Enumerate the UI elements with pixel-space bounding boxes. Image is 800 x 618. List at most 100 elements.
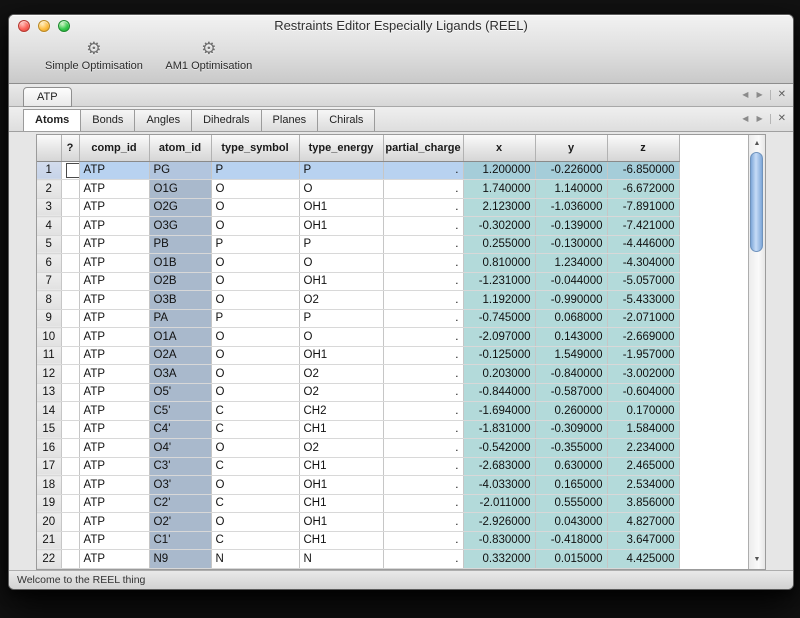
- atom-id-cell[interactable]: N9: [149, 550, 211, 569]
- z-cell[interactable]: 1.584000: [607, 420, 679, 439]
- comp-id-cell[interactable]: ATP: [79, 494, 149, 513]
- z-cell[interactable]: -2.669000: [607, 328, 679, 347]
- tab-atp[interactable]: ATP: [23, 87, 72, 107]
- x-cell[interactable]: 0.332000: [463, 550, 535, 569]
- partial-charge-cell[interactable]: .: [383, 161, 463, 180]
- type-symbol-cell[interactable]: C: [211, 494, 299, 513]
- comp-id-cell[interactable]: ATP: [79, 235, 149, 254]
- x-cell[interactable]: -1.694000: [463, 402, 535, 421]
- row-number[interactable]: 3: [37, 198, 61, 217]
- flag-cell[interactable]: [61, 309, 79, 328]
- table-row[interactable]: 17 ATP C3' C CH1 . -2.683000 0.630000 2.…: [37, 457, 679, 476]
- partial-charge-cell[interactable]: .: [383, 402, 463, 421]
- z-cell[interactable]: 0.170000: [607, 402, 679, 421]
- table-row[interactable]: 22 ATP N9 N N . 0.332000 0.015000 4.4250…: [37, 550, 679, 569]
- col-header-comp-id[interactable]: comp_id: [79, 135, 149, 161]
- partial-charge-cell[interactable]: .: [383, 531, 463, 550]
- atom-id-cell[interactable]: O2G: [149, 198, 211, 217]
- atom-id-cell[interactable]: O2A: [149, 346, 211, 365]
- atom-id-cell[interactable]: PA: [149, 309, 211, 328]
- partial-charge-cell[interactable]: .: [383, 217, 463, 236]
- y-cell[interactable]: 0.143000: [535, 328, 607, 347]
- x-cell[interactable]: 1.740000: [463, 180, 535, 199]
- y-cell[interactable]: -0.990000: [535, 291, 607, 310]
- comp-id-cell[interactable]: ATP: [79, 365, 149, 384]
- flag-cell[interactable]: [61, 531, 79, 550]
- type-energy-cell[interactable]: OH1: [299, 217, 383, 236]
- table-row[interactable]: 12 ATP O3A O O2 . 0.203000 -0.840000 -3.…: [37, 365, 679, 384]
- x-cell[interactable]: 1.200000: [463, 161, 535, 180]
- z-cell[interactable]: 3.647000: [607, 531, 679, 550]
- tab-close-icon[interactable]: ✕: [770, 114, 793, 124]
- partial-charge-cell[interactable]: .: [383, 254, 463, 273]
- table-row[interactable]: 18 ATP O3' O OH1 . -4.033000 0.165000 2.…: [37, 476, 679, 495]
- row-number[interactable]: 11: [37, 346, 61, 365]
- tab-scroll-right-icon[interactable]: ▶: [752, 91, 766, 99]
- x-cell[interactable]: 0.203000: [463, 365, 535, 384]
- type-energy-cell[interactable]: O: [299, 254, 383, 273]
- type-symbol-cell[interactable]: O: [211, 439, 299, 458]
- tab-dihedrals[interactable]: Dihedrals: [192, 109, 261, 131]
- col-header-flag[interactable]: ?: [61, 135, 79, 161]
- table-row[interactable]: 6 ATP O1B O O . 0.810000 1.234000 -4.304…: [37, 254, 679, 273]
- col-header-type-energy[interactable]: type_energy: [299, 135, 383, 161]
- z-cell[interactable]: -5.057000: [607, 272, 679, 291]
- y-cell[interactable]: 0.260000: [535, 402, 607, 421]
- type-energy-cell[interactable]: CH1: [299, 457, 383, 476]
- x-cell[interactable]: -1.231000: [463, 272, 535, 291]
- x-cell[interactable]: -0.844000: [463, 383, 535, 402]
- tab-scroll-left-icon[interactable]: ◀: [738, 91, 752, 99]
- comp-id-cell[interactable]: ATP: [79, 383, 149, 402]
- vertical-scrollbar[interactable]: ▲ ▼: [748, 135, 765, 569]
- type-symbol-cell[interactable]: O: [211, 365, 299, 384]
- comp-id-cell[interactable]: ATP: [79, 420, 149, 439]
- y-cell[interactable]: -0.309000: [535, 420, 607, 439]
- type-symbol-cell[interactable]: N: [211, 550, 299, 569]
- comp-id-cell[interactable]: ATP: [79, 328, 149, 347]
- partial-charge-cell[interactable]: .: [383, 457, 463, 476]
- row-number[interactable]: 10: [37, 328, 61, 347]
- comp-id-cell[interactable]: ATP: [79, 161, 149, 180]
- flag-cell[interactable]: [61, 180, 79, 199]
- table-row[interactable]: 20 ATP O2' O OH1 . -2.926000 0.043000 4.…: [37, 513, 679, 532]
- table-row[interactable]: 9 ATP PA P P . -0.745000 0.068000 -2.071…: [37, 309, 679, 328]
- comp-id-cell[interactable]: ATP: [79, 198, 149, 217]
- row-number[interactable]: 20: [37, 513, 61, 532]
- flag-cell[interactable]: [61, 328, 79, 347]
- table-row[interactable]: 3 ATP O2G O OH1 . 2.123000 -1.036000 -7.…: [37, 198, 679, 217]
- flag-cell[interactable]: [61, 365, 79, 384]
- type-symbol-cell[interactable]: O: [211, 328, 299, 347]
- partial-charge-cell[interactable]: .: [383, 272, 463, 291]
- row-number[interactable]: 22: [37, 550, 61, 569]
- title-bar[interactable]: Restraints Editor Especially Ligands (RE…: [9, 15, 793, 37]
- y-cell[interactable]: -0.840000: [535, 365, 607, 384]
- flag-cell[interactable]: [61, 476, 79, 495]
- type-energy-cell[interactable]: CH1: [299, 531, 383, 550]
- flag-cell[interactable]: [61, 291, 79, 310]
- z-cell[interactable]: 4.425000: [607, 550, 679, 569]
- y-cell[interactable]: -1.036000: [535, 198, 607, 217]
- tab-bonds[interactable]: Bonds: [81, 109, 135, 131]
- scrollbar-thumb[interactable]: [750, 152, 763, 252]
- col-header-type-symbol[interactable]: type_symbol: [211, 135, 299, 161]
- y-cell[interactable]: -0.355000: [535, 439, 607, 458]
- partial-charge-cell[interactable]: .: [383, 476, 463, 495]
- col-header-atom-id[interactable]: atom_id: [149, 135, 211, 161]
- scroll-up-icon[interactable]: ▲: [749, 137, 765, 151]
- x-cell[interactable]: -2.926000: [463, 513, 535, 532]
- z-cell[interactable]: -0.604000: [607, 383, 679, 402]
- type-symbol-cell[interactable]: P: [211, 235, 299, 254]
- col-header-partial-charge[interactable]: partial_charge: [383, 135, 463, 161]
- x-cell[interactable]: -4.033000: [463, 476, 535, 495]
- comp-id-cell[interactable]: ATP: [79, 180, 149, 199]
- type-energy-cell[interactable]: OH1: [299, 346, 383, 365]
- partial-charge-cell[interactable]: .: [383, 365, 463, 384]
- row-number[interactable]: 5: [37, 235, 61, 254]
- atom-id-cell[interactable]: O2': [149, 513, 211, 532]
- type-energy-cell[interactable]: O: [299, 180, 383, 199]
- type-symbol-cell[interactable]: O: [211, 272, 299, 291]
- flag-cell[interactable]: [61, 457, 79, 476]
- z-cell[interactable]: 3.856000: [607, 494, 679, 513]
- partial-charge-cell[interactable]: .: [383, 291, 463, 310]
- partial-charge-cell[interactable]: .: [383, 420, 463, 439]
